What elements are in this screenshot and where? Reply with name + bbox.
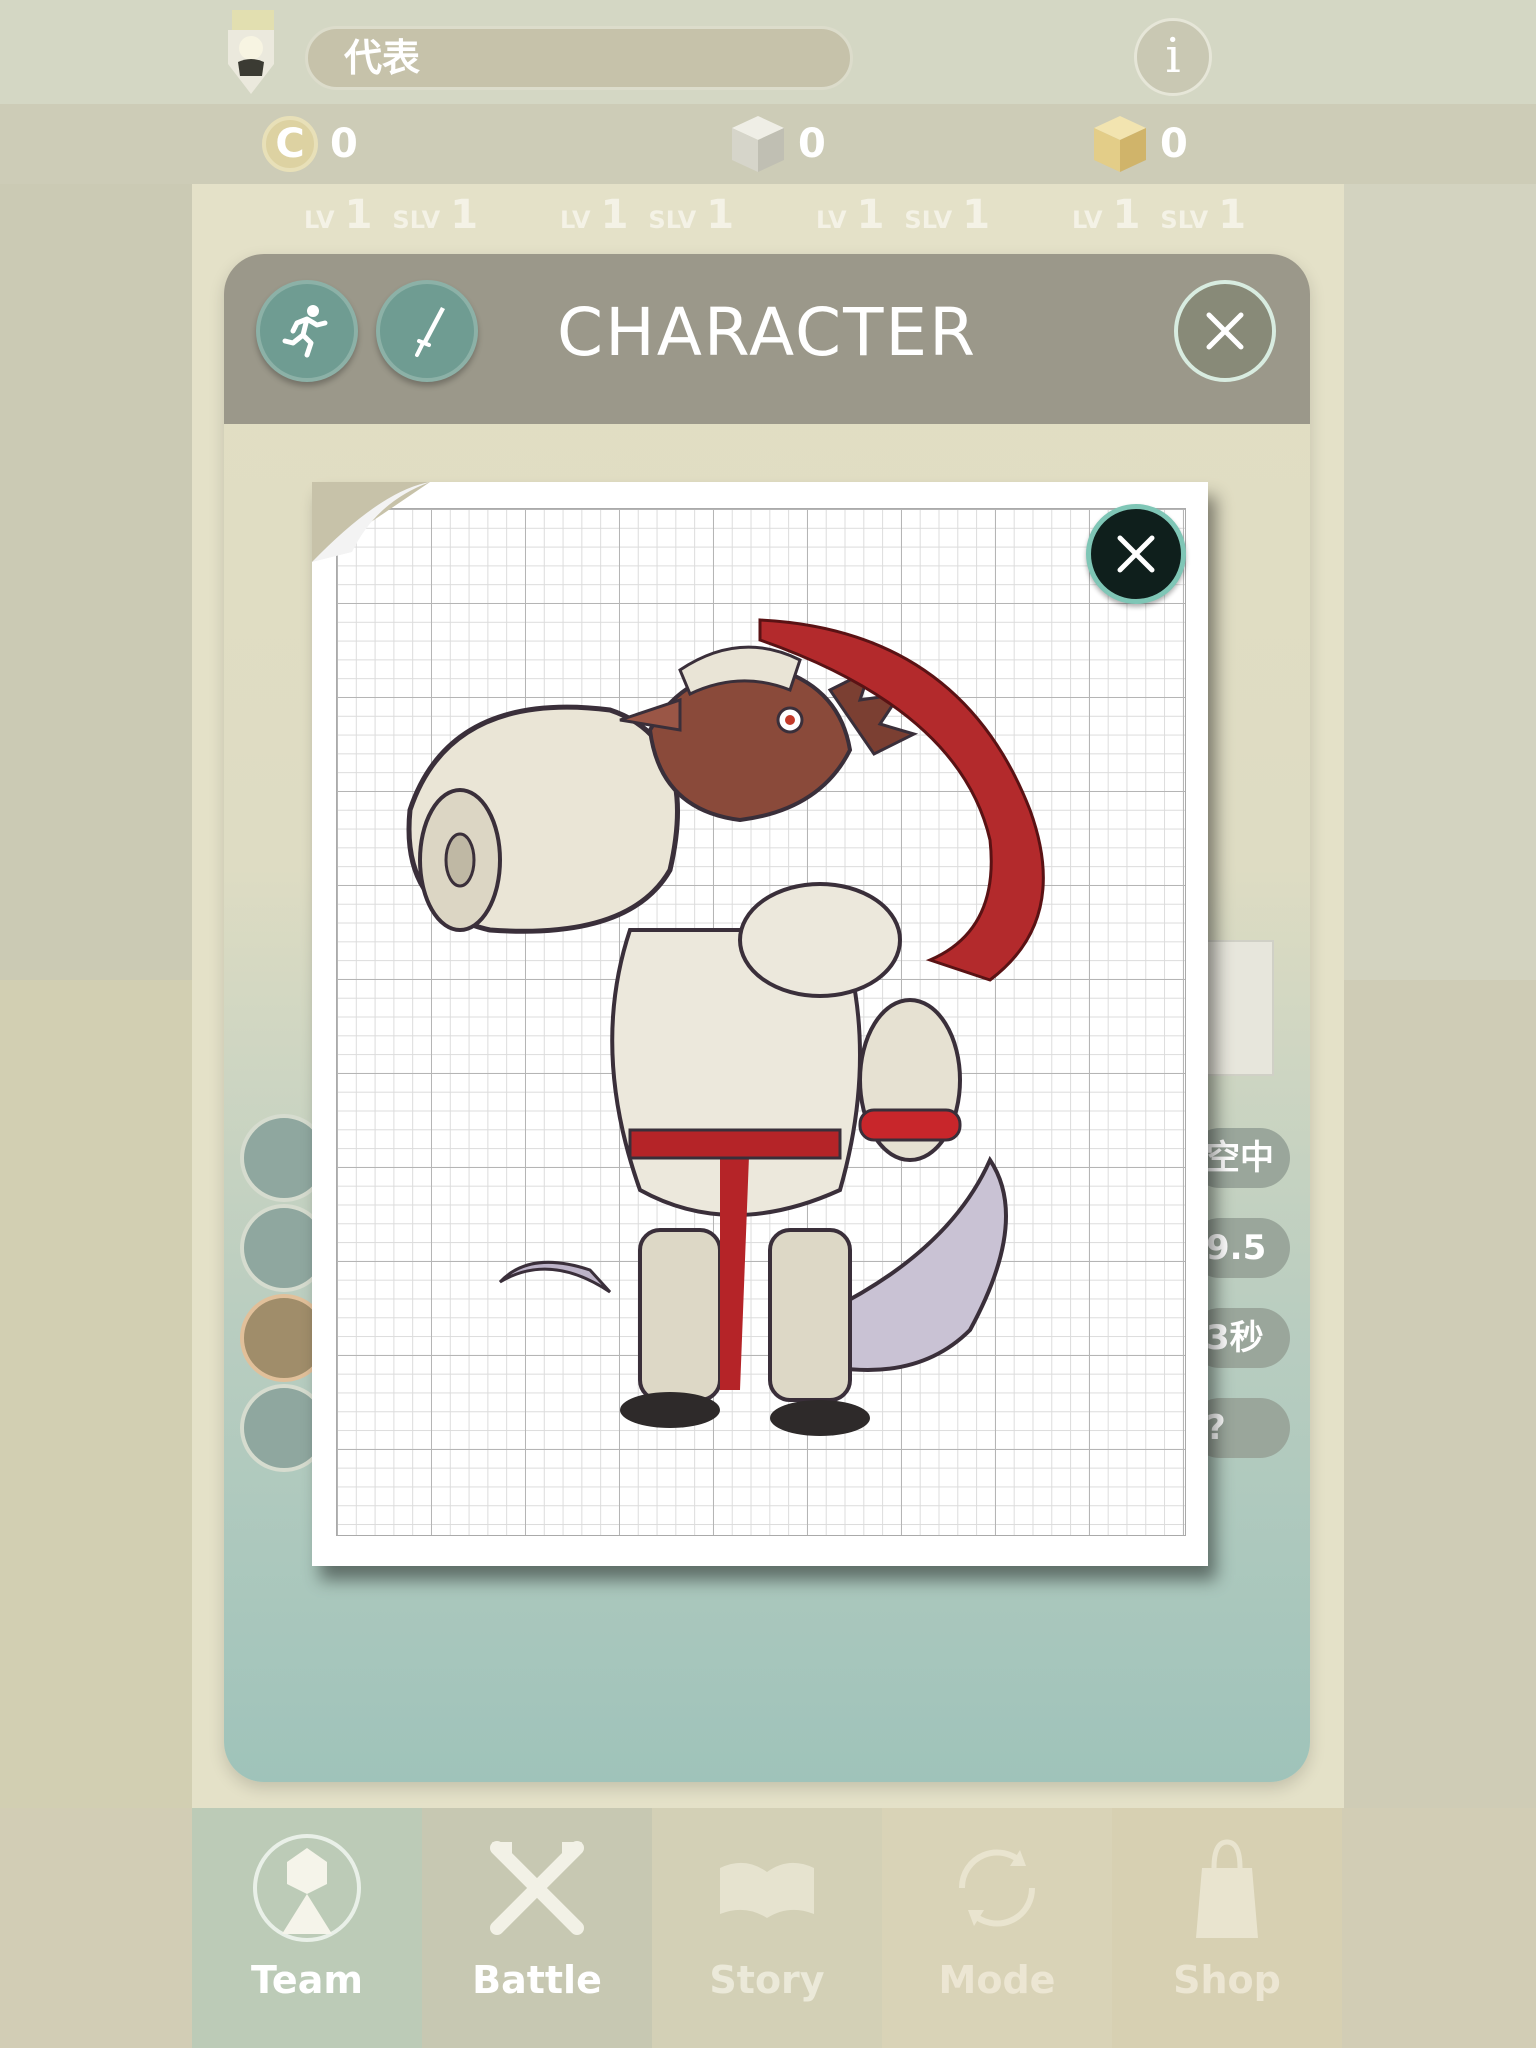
level-info: LV 1 SLV 1: [560, 192, 754, 238]
top-bar: 代表 i: [0, 0, 1536, 104]
close-icon: [1117, 535, 1155, 573]
team-icon: [253, 1834, 361, 1942]
gold-cube-value: 0: [1160, 121, 1188, 167]
currency-bar: C 0 0 0: [0, 104, 1536, 184]
lv-label: LV: [1072, 206, 1103, 234]
slv-value: 1: [450, 192, 479, 238]
slv-value: 1: [962, 192, 991, 238]
nav-label-shop: Shop: [1173, 1958, 1281, 2002]
slv-value: 1: [1218, 192, 1247, 238]
nav-label-battle: Battle: [472, 1958, 602, 2002]
nav-tab-mode[interactable]: Mode: [882, 1808, 1112, 2048]
gray-cube-value: 0: [798, 121, 826, 167]
team-name-field[interactable]: 代表: [305, 26, 853, 90]
close-icon: [1206, 312, 1244, 350]
gold-cube-counter: 0: [1092, 112, 1188, 176]
modal-title: CHARACTER: [557, 294, 977, 371]
modal-header: CHARACTER: [224, 254, 1310, 424]
lv-value: 1: [600, 192, 629, 238]
nav-tab-shop[interactable]: Shop: [1112, 1808, 1342, 2048]
lv-value: 1: [856, 192, 885, 238]
modal-close-button[interactable]: [1174, 280, 1276, 382]
page-curl-corner: [312, 482, 430, 562]
gray-cube-icon: [732, 116, 784, 172]
slv-label: SLV: [392, 206, 441, 234]
lv-label: LV: [816, 206, 847, 234]
lv-label: LV: [304, 206, 335, 234]
character-thumbnail[interactable]: [1200, 940, 1274, 1076]
nav-tab-team[interactable]: Team: [192, 1808, 422, 2048]
gold-cube-icon: [1094, 116, 1146, 172]
level-info: LV 1 SLV 1: [304, 192, 498, 238]
lv-label: LV: [560, 206, 591, 234]
coin-value: 0: [330, 121, 358, 167]
background-panel-right-lower: [1344, 980, 1536, 1808]
coin-counter: C 0: [262, 112, 358, 176]
shopping-bag-icon: [1196, 1839, 1258, 1938]
cycle-icon: [958, 1849, 1036, 1927]
nav-label-story: Story: [709, 1958, 825, 2002]
card-close-button[interactable]: [1086, 504, 1186, 604]
nav-label-mode: Mode: [938, 1958, 1056, 2002]
team-level-strip: LV 1 SLV 1 LV 1 SLV 1 LV 1 SLV 1 LV 1 SLV 1: [192, 184, 1344, 254]
bottom-navigation: Team Battle Story Mode Shop: [0, 1808, 1536, 2048]
lv-value: 1: [344, 192, 373, 238]
level-info: LV 1 SLV 1: [1072, 192, 1266, 238]
book-icon: [720, 1862, 814, 1918]
slv-label: SLV: [904, 206, 953, 234]
coin-icon: C: [262, 116, 318, 172]
lv-value: 1: [1112, 192, 1141, 238]
gray-cube-counter: 0: [730, 112, 826, 176]
nav-label-team: Team: [251, 1958, 363, 2002]
background-panel-left-lower: [0, 980, 192, 1808]
slv-value: 1: [706, 192, 735, 238]
nav-tab-story[interactable]: Story: [652, 1808, 882, 2048]
avatar[interactable]: [218, 10, 284, 98]
info-button[interactable]: i: [1134, 18, 1212, 96]
slv-label: SLV: [648, 206, 697, 234]
nav-tab-battle[interactable]: Battle: [422, 1808, 652, 2048]
slv-label: SLV: [1160, 206, 1209, 234]
level-info: LV 1 SLV 1: [816, 192, 1010, 238]
character-illustration: [406, 618, 1045, 1436]
crossed-swords-icon: [490, 1841, 584, 1935]
